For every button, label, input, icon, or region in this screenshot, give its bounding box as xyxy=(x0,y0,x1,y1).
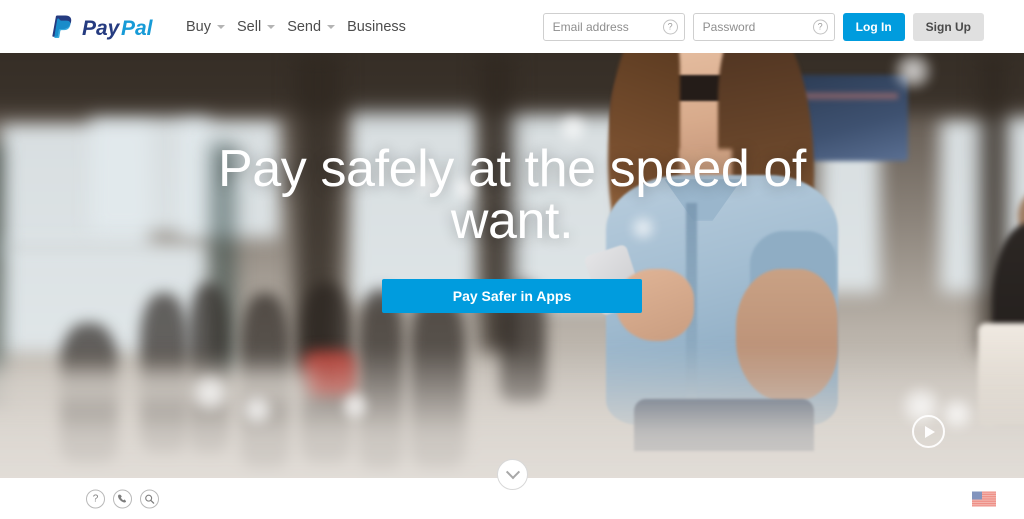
search-icon-glyph xyxy=(145,494,155,504)
help-icon[interactable]: ? xyxy=(86,489,105,508)
logo-text-pal: Pal xyxy=(121,17,154,40)
pay-safer-in-apps-button[interactable]: Pay Safer in Apps xyxy=(382,279,642,313)
site-header: Pay Pal Buy Sell Send Business Email add… xyxy=(0,0,1024,53)
hero-content: Pay safely at the speed of want. Pay Saf… xyxy=(0,53,1024,478)
chevron-down-icon xyxy=(505,464,520,479)
email-field-wrapper: ? xyxy=(542,13,685,41)
password-field-wrapper: ? xyxy=(692,13,835,41)
nav-item-send[interactable]: Send xyxy=(282,15,340,39)
bottom-bar: ? xyxy=(0,459,1024,519)
locale-selector[interactable] xyxy=(972,491,996,506)
play-icon xyxy=(925,425,935,438)
hero-banner: Pay safely at the speed of want. Pay Saf… xyxy=(0,53,1024,478)
paypal-homepage: Pay Pal Buy Sell Send Business Email add… xyxy=(0,0,1024,519)
nav-item-label: Buy xyxy=(186,18,211,35)
paypal-logo[interactable]: Pay Pal xyxy=(52,12,160,42)
logo-text-pay: Pay xyxy=(82,17,121,40)
login-button[interactable]: Log In xyxy=(842,13,905,41)
nav-item-buy[interactable]: Buy xyxy=(181,15,230,39)
help-icon[interactable]: ? xyxy=(812,19,828,35)
nav-item-business[interactable]: Business xyxy=(342,15,411,39)
signup-button[interactable]: Sign Up xyxy=(912,13,984,41)
scroll-down-button[interactable] xyxy=(497,459,528,490)
play-video-button[interactable] xyxy=(912,415,945,448)
paypal-logo-svg: Pay Pal xyxy=(52,15,154,40)
chevron-down-icon xyxy=(267,24,276,29)
nav-item-sell[interactable]: Sell xyxy=(232,15,280,39)
page-title: Pay safely at the speed of want. xyxy=(218,140,806,250)
nav-item-label: Send xyxy=(287,18,322,35)
help-icon-glyph: ? xyxy=(92,493,99,504)
phone-icon-glyph xyxy=(118,494,127,502)
us-flag-icon xyxy=(972,491,996,506)
login-form: ? ? Log In Sign Up xyxy=(542,13,984,41)
chevron-down-icon xyxy=(217,24,225,29)
chevron-down-icon xyxy=(327,24,336,29)
main-nav: Buy Sell Send Business xyxy=(181,15,411,39)
search-icon[interactable] xyxy=(140,489,159,508)
help-icon[interactable]: ? xyxy=(662,19,678,35)
bottom-bar-icons: ? xyxy=(86,489,159,508)
nav-item-label: Business xyxy=(347,18,406,35)
phone-icon[interactable] xyxy=(113,489,132,508)
nav-item-label: Sell xyxy=(237,18,262,35)
